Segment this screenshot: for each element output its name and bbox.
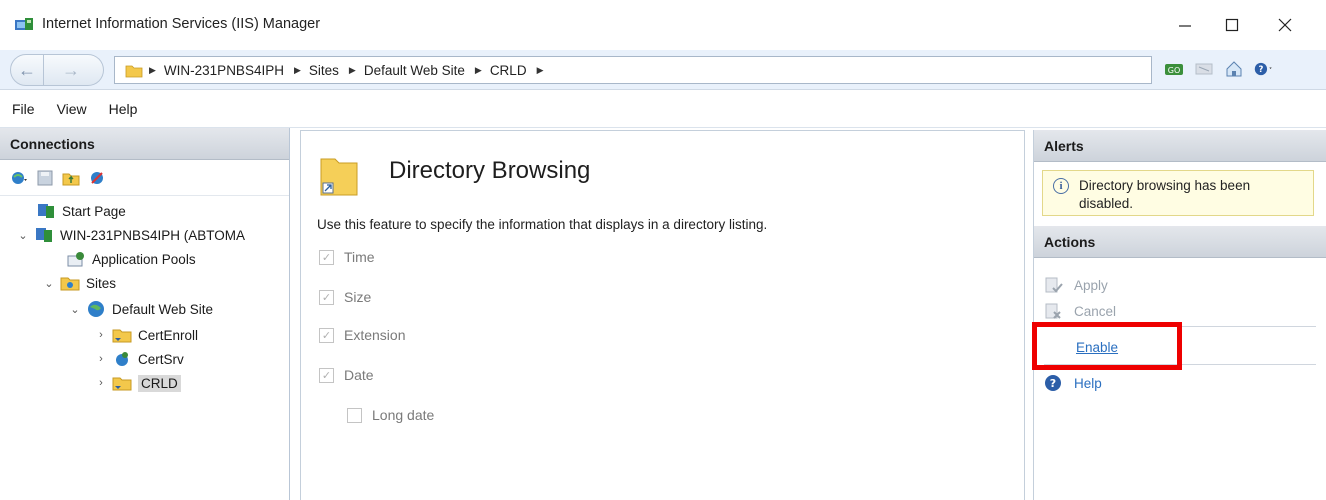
menu-help[interactable]: Help: [109, 101, 138, 117]
maximize-button[interactable]: [1209, 10, 1255, 40]
info-icon: i: [1053, 178, 1069, 194]
home-icon[interactable]: [1224, 60, 1244, 78]
minimize-button[interactable]: [1162, 10, 1208, 40]
toolbar-icons: GO ?: [1164, 60, 1274, 78]
tree-item-certenroll[interactable]: › CertEnroll: [94, 324, 198, 346]
connections-panel: Connections Start Page ⌄ WIN-231PNBS4IPH…: [0, 128, 290, 500]
sites-folder-icon: [60, 277, 80, 291]
globe-icon: [88, 301, 104, 317]
tree-item-certsrv[interactable]: › CertSrv: [94, 348, 184, 370]
svg-text:GO: GO: [1168, 66, 1181, 75]
tree-item-start-page[interactable]: Start Page: [36, 200, 126, 222]
option-time: ✓ Time: [319, 249, 375, 265]
chevron-down-icon[interactable]: ⌄: [16, 229, 30, 242]
folder-up-icon[interactable]: [62, 169, 80, 187]
breadcrumb-item[interactable]: ▶ WIN-231PNBS4IPH: [149, 63, 284, 78]
save-icon[interactable]: [36, 169, 54, 187]
extension-checkbox[interactable]: ✓: [319, 327, 334, 343]
tree-item-application-pools[interactable]: Application Pools: [66, 248, 196, 270]
help-icon[interactable]: ?: [1254, 60, 1274, 78]
iis-app-icon: [15, 18, 33, 30]
maximize-icon: [1225, 18, 1239, 32]
option-date: ✓ Date: [319, 367, 374, 383]
page-title: Directory Browsing: [389, 157, 591, 184]
chevron-right-icon: ▶: [149, 64, 156, 75]
virtual-directory-icon: [112, 329, 132, 343]
chevron-right-icon: ▶: [474, 64, 482, 75]
size-checkbox[interactable]: ✓: [319, 289, 334, 305]
chevron-down-icon[interactable]: ⌄: [68, 303, 82, 316]
feature-description: Use this feature to specify the informat…: [317, 217, 768, 232]
forward-arrow-icon: →: [62, 59, 80, 80]
breadcrumb[interactable]: ▶ WIN-231PNBS4IPH ▶ Sites ▶ Default Web Sit…: [114, 56, 1152, 84]
chevron-right-icon[interactable]: ›: [94, 353, 108, 365]
breadcrumb-item[interactable]: ▶ Sites: [294, 63, 339, 78]
alert-message: i Directory browsing has been disabled.: [1042, 170, 1314, 216]
apply-action[interactable]: Apply: [1044, 276, 1108, 294]
address-bar: ← → ▶ WIN-231PNBS4IPH ▶ Sites ▶ Default Web…: [0, 50, 1326, 90]
close-button[interactable]: [1262, 10, 1308, 40]
server-icon: [36, 228, 52, 242]
stop-icon[interactable]: [1194, 60, 1214, 78]
back-button[interactable]: ←: [10, 54, 44, 86]
forward-button[interactable]: →: [44, 54, 104, 86]
back-arrow-icon: ←: [18, 59, 36, 80]
globe-connect-icon[interactable]: [10, 169, 28, 187]
long-date-checkbox[interactable]: [347, 407, 362, 423]
menu-file[interactable]: File: [12, 101, 35, 117]
chevron-right-icon: ▶: [293, 64, 301, 75]
highlight-annotation: [1032, 322, 1182, 370]
connect-icon[interactable]: GO: [1164, 60, 1184, 78]
svg-text:?: ?: [1258, 64, 1263, 74]
cancel-icon: [1045, 303, 1061, 319]
chevron-right-icon: ▶: [536, 64, 544, 75]
time-checkbox[interactable]: ✓: [319, 249, 334, 265]
close-icon: [1278, 18, 1292, 32]
svg-text:?: ?: [1050, 377, 1056, 390]
menu-bar: File View Help: [0, 90, 1326, 128]
directory-browsing-icon: [320, 158, 358, 196]
minimize-icon: [1179, 25, 1191, 27]
option-size: ✓ Size: [319, 289, 371, 305]
actions-panel: Alerts i Directory browsing has been dis…: [1033, 130, 1326, 500]
folder-icon: [125, 65, 143, 77]
help-action[interactable]: ? Help: [1044, 374, 1102, 392]
chevron-right-icon: ▶: [348, 64, 356, 75]
breadcrumb-item[interactable]: ▶: [537, 65, 552, 76]
feature-panel: Directory Browsing Use this feature to s…: [300, 130, 1025, 500]
alerts-header: Alerts: [1034, 130, 1326, 162]
breadcrumb-item[interactable]: ▶ Default Web Site: [349, 63, 465, 78]
option-long-date: Long date: [347, 407, 434, 423]
application-icon: [116, 352, 128, 366]
chevron-right-icon[interactable]: ›: [94, 377, 108, 389]
actions-header: Actions: [1034, 226, 1326, 258]
virtual-directory-icon: [112, 377, 132, 391]
tree-item-default-web-site[interactable]: ⌄ Default Web Site: [68, 298, 213, 320]
application-pools-icon: [67, 252, 84, 267]
connections-header: Connections: [0, 128, 289, 160]
disconnect-icon[interactable]: [88, 169, 106, 187]
breadcrumb-item[interactable]: ▶ CRLD: [475, 63, 527, 78]
window-title: Internet Information Services (IIS) Mana…: [42, 16, 321, 32]
connections-toolbar: [0, 160, 289, 196]
help-icon: ?: [1045, 375, 1061, 391]
date-checkbox[interactable]: ✓: [319, 367, 334, 383]
chevron-down-icon[interactable]: ⌄: [42, 277, 56, 290]
tree-item-sites[interactable]: ⌄ Sites: [42, 272, 116, 294]
title-bar: Internet Information Services (IIS) Mana…: [0, 0, 1326, 50]
start-page-icon: [38, 204, 54, 218]
tree-item-server[interactable]: ⌄ WIN-231PNBS4IPH (ABTOMA: [16, 224, 245, 246]
menu-view[interactable]: View: [57, 101, 87, 117]
chevron-right-icon[interactable]: ›: [94, 329, 108, 341]
cancel-action[interactable]: Cancel: [1044, 302, 1116, 320]
option-extension: ✓ Extension: [319, 327, 405, 343]
tree-item-crld[interactable]: › CRLD: [94, 372, 181, 394]
apply-icon: [1045, 277, 1063, 293]
